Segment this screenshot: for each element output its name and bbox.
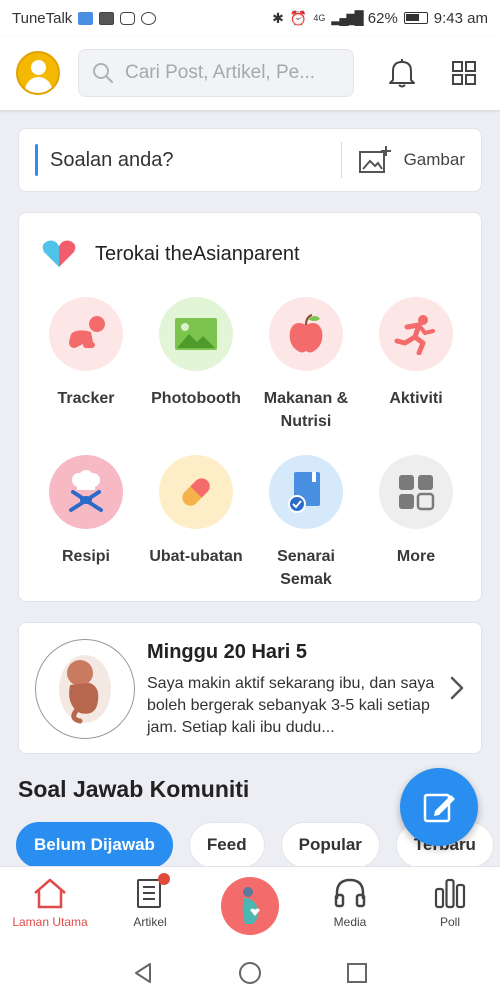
explore-header: Terokai theAsianparent: [41, 239, 300, 269]
nav-pregnancy[interactable]: [200, 867, 300, 946]
grid-icon: [452, 61, 476, 85]
explore-item-label: Ubat-ubatan: [149, 548, 243, 565]
menu-grid-button[interactable]: [444, 53, 484, 93]
nav-label: Media: [333, 915, 367, 929]
nav-articles[interactable]: Artikel: [100, 867, 200, 946]
shield-icon: [78, 11, 94, 25]
question-placeholder[interactable]: Soalan anda?: [50, 149, 173, 172]
explore-item-label: Aktiviti: [389, 390, 443, 407]
compose-post-button[interactable]: [400, 768, 478, 846]
app-header: [0, 36, 500, 110]
pregnancy-week-text: Saya makin aktif sekarang ibu, dan saya …: [147, 675, 435, 736]
home-icon: [34, 878, 66, 909]
carrier-label: TuneTalk: [12, 9, 73, 27]
mail-icon: [99, 11, 115, 25]
explore-item-label: More: [396, 548, 436, 565]
system-navigation-bar: [0, 946, 500, 1000]
chip-unanswered[interactable]: Belum Dijawab: [16, 822, 173, 868]
status-bar: TuneTalk ✱ ⏰ 4G ▂▄▆█ 62% 9:43 am: [0, 0, 500, 36]
baby-crawl-icon: [49, 297, 123, 371]
explore-item-label: Resipi: [61, 548, 110, 565]
nav-label: Laman Utama: [12, 915, 88, 929]
explore-card: Terokai theAsianparent Tracker Photoboot…: [18, 212, 482, 602]
checklist-icon: [269, 455, 343, 529]
add-image-icon: [358, 146, 391, 173]
explore-item-label: Tracker: [57, 390, 115, 407]
instagram-icon: [120, 11, 136, 25]
clock: 9:43 am: [433, 9, 488, 27]
explore-item-checklist[interactable]: Senarai Semak: [251, 455, 361, 591]
home-circle-icon[interactable]: [238, 961, 262, 985]
explore-item-recipes[interactable]: Resipi: [31, 455, 141, 591]
community-section-title: Soal Jawab Komuniti: [18, 776, 250, 802]
explore-item-medicine[interactable]: Ubat-ubatan: [141, 455, 251, 591]
add-image-label: Gambar: [403, 150, 465, 169]
profile-avatar[interactable]: [16, 51, 60, 95]
add-image-button[interactable]: Gambar: [342, 145, 481, 175]
nav-poll[interactable]: Poll: [400, 867, 500, 946]
chef-icon: [49, 455, 123, 529]
signal-icon: ▂▄▆█: [331, 10, 363, 25]
search-bar[interactable]: [78, 49, 354, 97]
pill-icon: [159, 455, 233, 529]
poll-icon: [434, 878, 466, 909]
explore-item-tracker[interactable]: Tracker: [31, 297, 141, 433]
pregnancy-icon: [221, 877, 279, 935]
explore-item-label: Photobooth: [151, 390, 241, 407]
explore-item-label: Makanan & Nutrisi: [263, 390, 349, 430]
explore-item-photobooth[interactable]: Photobooth: [141, 297, 251, 433]
alarm-icon: ⏰: [289, 9, 308, 26]
headphones-icon: [334, 878, 366, 908]
battery-icon: [403, 12, 428, 24]
pregnancy-week-title: Minggu 20 Hari 5: [147, 641, 308, 663]
explore-item-label: Senarai Semak: [277, 548, 335, 588]
cast-icon: [141, 11, 157, 25]
explore-item-activity[interactable]: Aktiviti: [361, 297, 471, 433]
network-label: 4G: [313, 13, 326, 23]
nav-home[interactable]: Laman Utama: [0, 867, 100, 946]
nav-media[interactable]: Media: [300, 867, 400, 946]
notifications-button[interactable]: [382, 53, 422, 93]
bottom-navigation: Laman Utama Artikel Media Poll: [0, 866, 500, 946]
explore-title: Terokai theAsianparent: [95, 242, 300, 265]
battery-percent: 62%: [367, 9, 398, 27]
search-icon: [93, 63, 114, 84]
running-icon: [379, 297, 453, 371]
explore-item-more[interactable]: More: [361, 455, 471, 591]
nav-label: Artikel: [133, 915, 167, 929]
nav-label: Poll: [439, 915, 460, 929]
fetus-image: [35, 639, 135, 739]
ask-question-box[interactable]: Soalan anda? Gambar: [18, 128, 482, 192]
explore-grid: Tracker Photobooth Makanan & Nutrisi Akt…: [31, 297, 471, 591]
chevron-right-icon[interactable]: [449, 675, 465, 701]
bluetooth-icon: ✱: [272, 9, 284, 26]
photo-icon: [159, 297, 233, 371]
notification-badge: [158, 873, 170, 885]
pregnancy-week-card[interactable]: Minggu 20 Hari 5 Saya makin aktif sekara…: [18, 622, 482, 754]
recents-icon[interactable]: [345, 961, 369, 985]
search-input[interactable]: [125, 62, 335, 84]
chip-feed[interactable]: Feed: [188, 822, 265, 868]
edit-icon: [423, 793, 455, 823]
back-icon[interactable]: [131, 961, 155, 985]
explore-item-nutrition[interactable]: Makanan & Nutrisi: [251, 297, 361, 433]
bell-icon: [389, 59, 415, 88]
more-grid-icon: [379, 455, 453, 529]
heart-logo-icon: [42, 240, 76, 267]
apple-icon: [269, 297, 343, 371]
text-cursor-bar: [35, 144, 38, 176]
chip-popular[interactable]: Popular: [280, 822, 380, 868]
